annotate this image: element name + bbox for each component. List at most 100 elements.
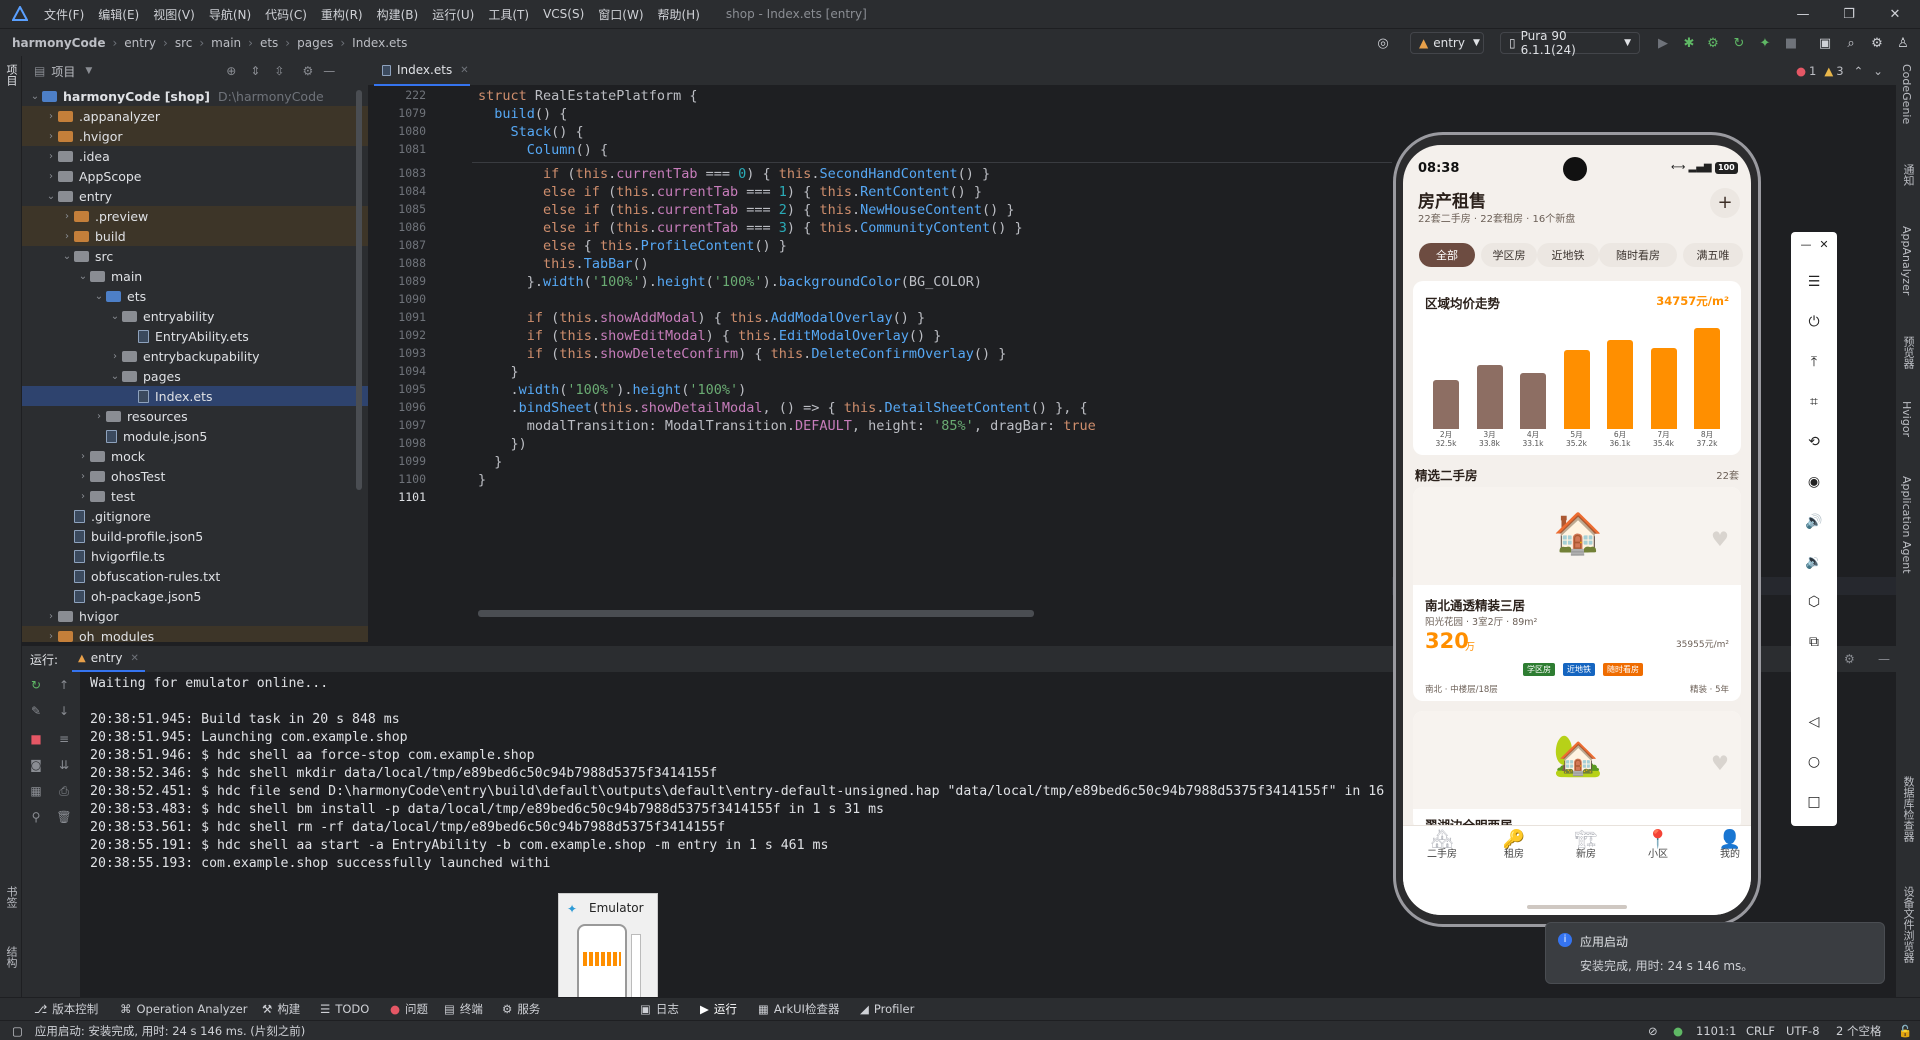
chevron-right-icon[interactable]: › [76, 491, 90, 502]
stop-icon[interactable]: ■ [28, 732, 44, 748]
tree-item[interactable]: › build [22, 226, 368, 246]
collapse-all-icon[interactable]: ⇳ [274, 64, 284, 78]
menu-item[interactable]: 窗口(W) [598, 6, 643, 23]
right-tool-label[interactable]: Application Agent [1900, 476, 1913, 574]
tree-item[interactable]: › oh_modules [22, 626, 368, 642]
restore-icon[interactable]: ❐ [1826, 0, 1872, 28]
rotate-icon[interactable]: ⟲ [1805, 434, 1823, 452]
menu-item[interactable]: 构建(B) [377, 6, 419, 23]
menu-item[interactable]: 代码(C) [265, 6, 307, 23]
chevron-down-icon[interactable]: ⌄ [44, 191, 58, 202]
menu-item[interactable]: 重构(R) [321, 6, 363, 23]
fold-icon[interactable]: ⬡ [1805, 594, 1823, 612]
camera-icon[interactable]: ◙ [28, 758, 44, 774]
tree-item[interactable]: › entrybackupability [22, 346, 368, 366]
layout-icon[interactable]: ▦ [28, 784, 44, 800]
rerun-icon[interactable]: ↻ [28, 678, 44, 694]
bottom-tool-item[interactable]: ▶ 运行 [700, 1001, 737, 1017]
menu-item[interactable]: 帮助(H) [658, 6, 700, 23]
bottom-tool-item[interactable]: ▦ ArkUI检查器 [758, 1001, 839, 1017]
menu-icon[interactable]: ☰ [1805, 274, 1823, 292]
expand-all-icon[interactable]: ⇕ [250, 64, 260, 78]
menu-item[interactable]: VCS(S) [543, 7, 584, 21]
filter-chip[interactable]: 全部 [1419, 243, 1475, 267]
breadcrumb-item[interactable]: ets [260, 36, 278, 50]
chevron-right-icon[interactable]: › [44, 611, 58, 622]
tree-item[interactable]: hvigorfile.ts [22, 546, 368, 566]
scroll-up-icon[interactable]: ↑ [56, 678, 72, 694]
bottom-tab-label[interactable]: 小区 [1633, 845, 1683, 860]
bottom-tab-label[interactable]: 二手房 [1417, 845, 1467, 860]
chevron-down-icon[interactable]: ⌄ [108, 311, 122, 322]
tree-item[interactable]: › AppScope [22, 166, 368, 186]
chevron-right-icon[interactable]: › [44, 131, 58, 142]
structure-tool-icon[interactable]: 结构 [3, 946, 19, 968]
cursor-position[interactable]: 1101:1 [1696, 1024, 1736, 1038]
settings-icon[interactable]: ⚙ [1868, 34, 1886, 52]
bottom-tab-label[interactable]: 我的 [1705, 845, 1751, 860]
project-panel-title[interactable]: 项目 [51, 63, 75, 80]
stop-icon[interactable]: ■ [1782, 34, 1800, 52]
chevron-right-icon[interactable]: › [60, 211, 74, 222]
right-tool-label[interactable]: CodeGenie [1900, 64, 1913, 124]
options-gear-icon[interactable]: ⚙ [302, 64, 313, 78]
notification-toast[interactable]: i 应用启动 安装完成, 用时: 24 s 146 ms。 [1545, 922, 1885, 984]
volume-up-icon[interactable]: 🔊 [1805, 514, 1823, 532]
attach-debugger-icon[interactable]: ⚙ [1704, 34, 1722, 52]
home-indicator[interactable] [1527, 905, 1627, 909]
listing-card[interactable]: 🏠 ♥ 南北通透精装三居 阳光花园 · 3室2厅 · 89m² 320 万 35… [1413, 487, 1741, 701]
project-tool-icon[interactable]: 项目 [3, 64, 19, 94]
panel-toggle-icon[interactable]: ▢ [12, 1024, 23, 1038]
copy-icon[interactable]: ⧉ [1805, 634, 1823, 652]
chevron-down-icon[interactable]: ⌄ [60, 251, 74, 262]
breadcrumb-item[interactable]: src [175, 36, 193, 50]
chevron-right-icon[interactable]: › [44, 111, 58, 122]
tree-item[interactable]: .gitignore [22, 506, 368, 526]
run-config-dropdown[interactable]: ▲ entry ▼ [1410, 32, 1484, 54]
right-tool-label[interactable]: 通知 [1900, 164, 1916, 186]
chevron-down-icon[interactable]: ⌄ [76, 271, 90, 282]
tree-item[interactable]: › .hvigor [22, 126, 368, 146]
right-tool-label[interactable]: 预览器 [1900, 336, 1916, 369]
power-icon[interactable]: ⏻ [1805, 314, 1823, 332]
tree-item[interactable]: obfuscation-rules.txt [22, 566, 368, 586]
clear-icon[interactable]: 🗑 [56, 810, 72, 826]
menu-item[interactable]: 运行(U) [432, 6, 474, 23]
tree-item[interactable]: › resources [22, 406, 368, 426]
file-encoding[interactable]: UTF-8 [1786, 1024, 1820, 1038]
bottom-tool-item[interactable]: ▤ 终端 [444, 1001, 483, 1017]
volume-down-icon[interactable]: 🔉 [1805, 554, 1823, 572]
close-tab-icon[interactable]: ✕ [130, 653, 138, 664]
bottom-tool-item[interactable]: ⎇ 版本控制 [34, 1001, 98, 1017]
breadcrumb-item[interactable]: entry [124, 36, 156, 50]
bottom-tab-label[interactable]: 租房 [1489, 845, 1539, 860]
tree-item[interactable]: › .appanalyzer [22, 106, 368, 126]
bottom-tool-item[interactable]: ⚙ 服务 [502, 1001, 540, 1017]
right-tool-label[interactable]: Hvigor [1900, 401, 1913, 437]
device-manager-icon[interactable]: ▣ [1816, 34, 1834, 52]
bottom-tab-label[interactable]: 新房 [1561, 845, 1611, 860]
next-highlight-icon[interactable]: ⌄ [1873, 64, 1883, 78]
tab-index-ets[interactable]: Index.ets ✕ [374, 56, 470, 86]
back-icon[interactable]: ◁ [1805, 714, 1823, 732]
menu-item[interactable]: 编辑(E) [98, 6, 139, 23]
run-tab-entry[interactable]: ▲ entry ✕ [72, 646, 145, 672]
print-icon[interactable]: ⎙ [56, 784, 72, 800]
tree-item[interactable]: ⌄ pages [22, 366, 368, 386]
close-tab-icon[interactable]: ✕ [460, 65, 468, 76]
bottom-tool-item[interactable]: ● 问题 [390, 1001, 428, 1017]
breadcrumb-item[interactable]: harmonyCode [12, 36, 105, 50]
bottom-tool-item[interactable]: ◢ Profiler [860, 1002, 914, 1016]
breadcrumb-item[interactable]: Index.ets [352, 36, 407, 50]
right-tool-label[interactable]: AppAnalyzer [1900, 226, 1913, 295]
chevron-right-icon[interactable]: › [76, 451, 90, 462]
bottom-tool-item[interactable]: ▣ 日志 [640, 1001, 679, 1017]
close-window-icon[interactable]: ✕ [1872, 0, 1918, 28]
crop-icon[interactable]: ⌗ [1805, 394, 1823, 412]
menu-item[interactable]: 工具(T) [488, 6, 529, 23]
tree-item[interactable]: › mock [22, 446, 368, 466]
chevron-down-icon[interactable]: ⌄ [108, 371, 122, 382]
chevron-right-icon[interactable]: › [44, 171, 58, 182]
bottom-tool-item[interactable]: ⌘ Operation Analyzer [120, 1002, 247, 1016]
tree-item[interactable]: build-profile.json5 [22, 526, 368, 546]
